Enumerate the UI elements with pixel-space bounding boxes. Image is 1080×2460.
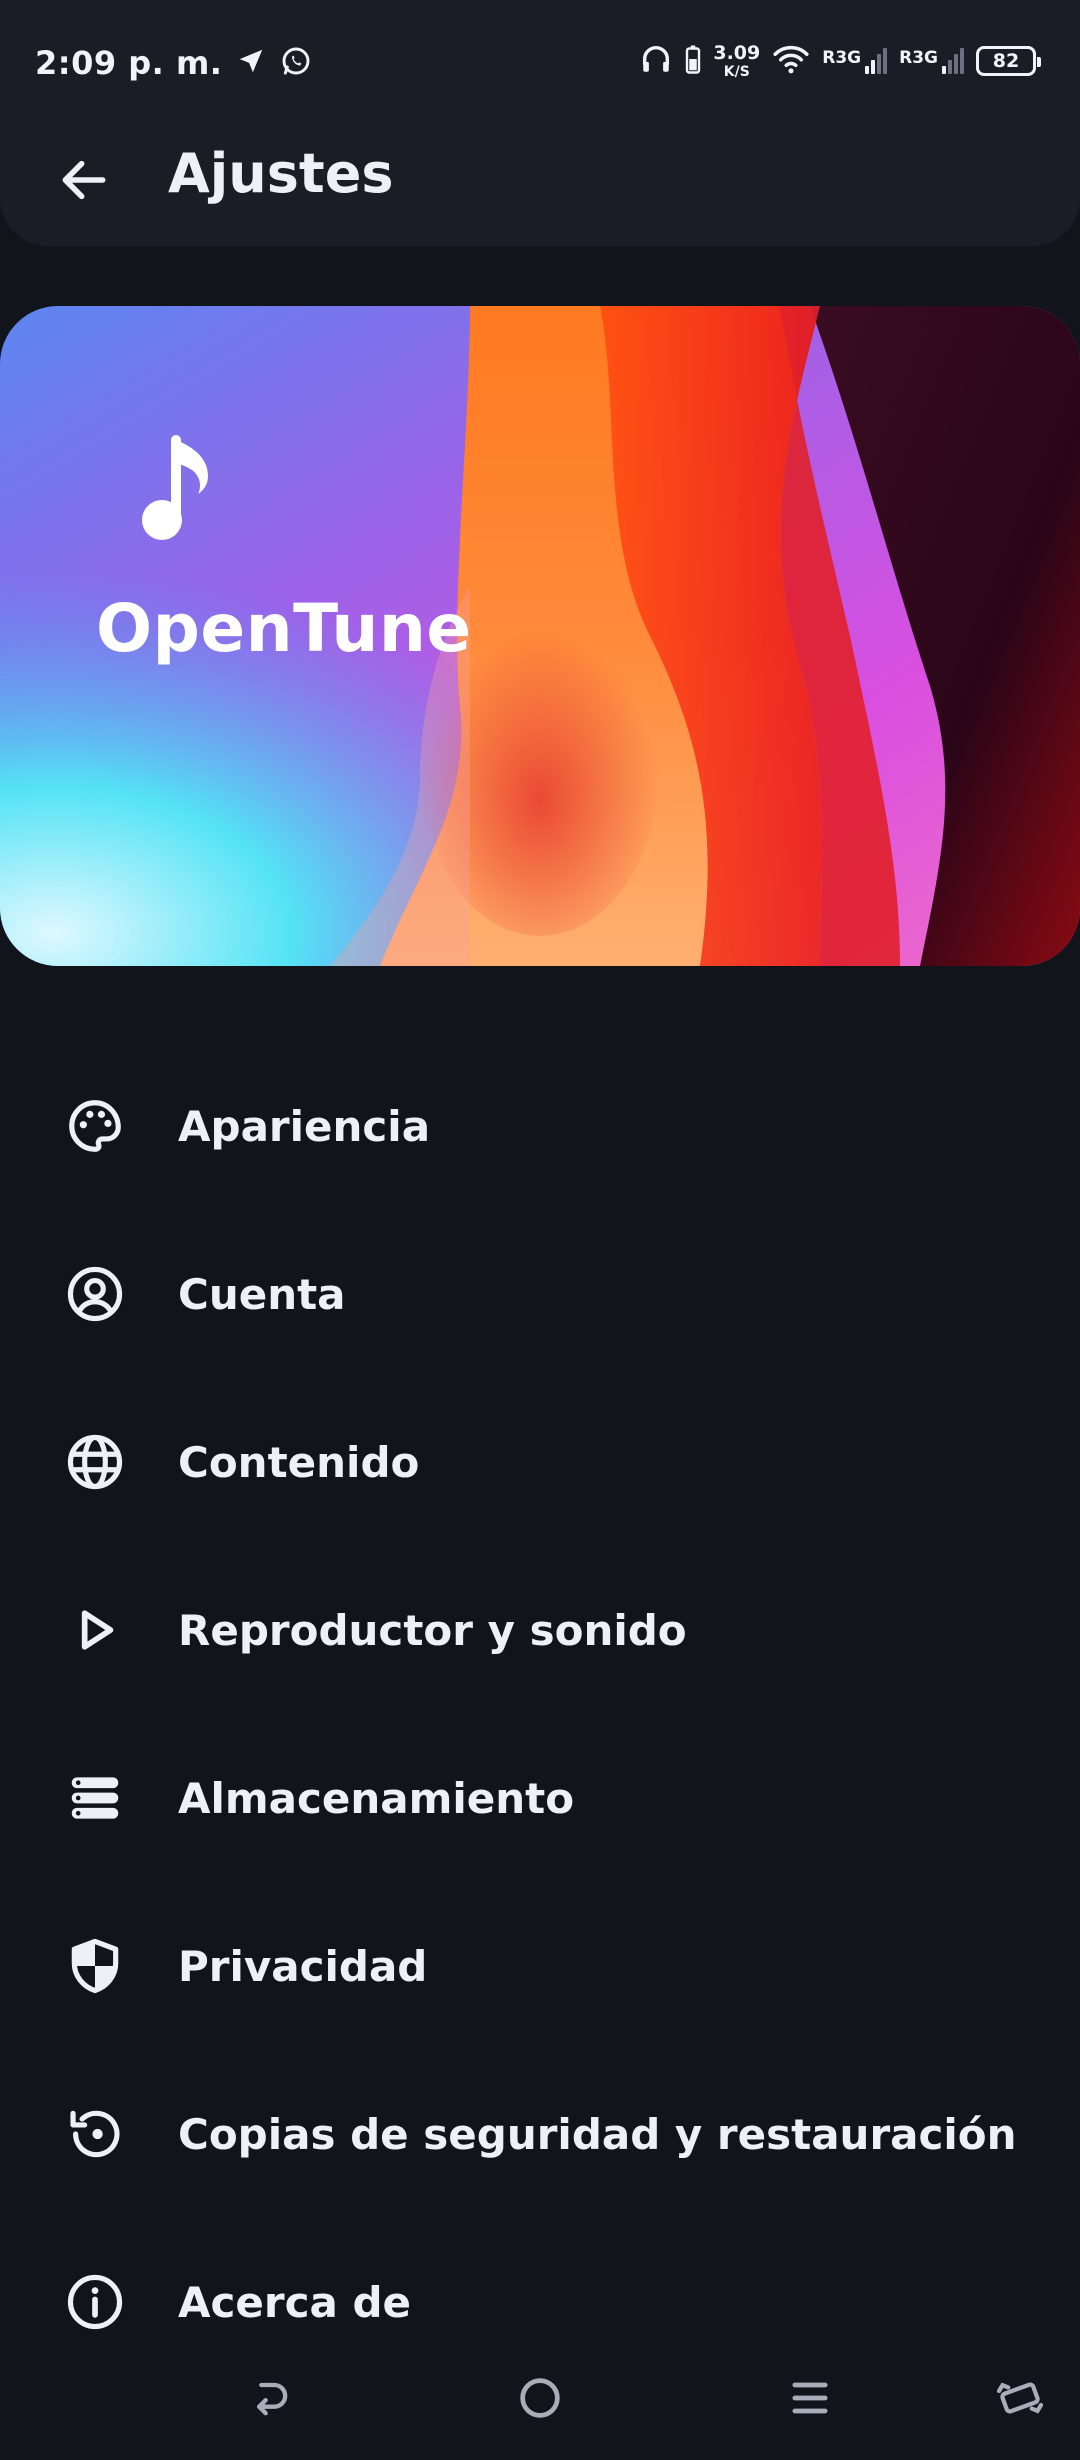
settings-item-copias-seguridad[interactable]: Copias de seguridad y restauración: [0, 2050, 1080, 2218]
rotate-screen-button[interactable]: [990, 2370, 1050, 2430]
settings-item-label: Reproductor y sonido: [178, 1605, 687, 1655]
shield-icon: [62, 1933, 128, 1999]
nav-menu-icon: [784, 2372, 836, 2428]
settings-item-label: Contenido: [178, 1437, 420, 1487]
status-right: 3.09 K/S R3G R3G 82: [639, 41, 1041, 80]
settings-item-contenido[interactable]: Contenido: [0, 1378, 1080, 1546]
settings-item-label: Privacidad: [178, 1941, 428, 1991]
wifi-icon: [772, 43, 810, 79]
settings-item-label: Apariencia: [178, 1101, 431, 1151]
signal-sim2-label: R3G: [899, 48, 938, 68]
phone-battery-icon: [685, 44, 701, 78]
info-icon: [62, 2269, 128, 2335]
location-arrow-icon: [236, 46, 266, 80]
page-title: Ajustes: [168, 142, 394, 205]
nav-back-button[interactable]: [240, 2370, 300, 2430]
headphones-icon: [639, 42, 673, 80]
network-speed-unit: K/S: [723, 63, 750, 80]
settings-item-label: Almacenamiento: [178, 1773, 575, 1823]
hero-banner: OpenTune: [0, 306, 1080, 966]
screen-rotation-icon: [992, 2370, 1048, 2430]
settings-item-label: Copias de seguridad y restauración: [178, 2109, 1017, 2159]
palette-icon: [62, 1093, 128, 1159]
signal-sim1: R3G: [822, 48, 888, 74]
nav-recents-button[interactable]: [780, 2370, 840, 2430]
nav-home-button[interactable]: [510, 2370, 570, 2430]
system-navigation-bar: [0, 2340, 1080, 2460]
settings-item-label: Cuenta: [178, 1269, 346, 1319]
account-circle-icon: [62, 1261, 128, 1327]
status-bar: 2:09 p. m. 3.09 K/S R3G R3G 82: [0, 0, 1080, 135]
battery-indicator: 82: [976, 46, 1041, 76]
storage-icon: [62, 1765, 128, 1831]
restore-icon: [62, 2101, 128, 2167]
settings-item-label: Acerca de: [178, 2277, 412, 2327]
network-speed-value: 3.09: [713, 41, 761, 64]
settings-item-apariencia[interactable]: Apariencia: [0, 1042, 1080, 1210]
settings-item-privacidad[interactable]: Privacidad: [0, 1882, 1080, 2050]
signal-sim2: R3G: [899, 48, 964, 74]
battery-level: 82: [992, 50, 1020, 72]
whatsapp-icon: [280, 45, 312, 81]
hero-app-name: OpenTune: [96, 590, 472, 667]
nav-back-icon: [244, 2372, 296, 2428]
play-icon: [62, 1597, 128, 1663]
signal-sim1-label: R3G: [822, 48, 862, 68]
nav-home-icon: [514, 2372, 566, 2428]
settings-item-reproductor[interactable]: Reproductor y sonido: [0, 1546, 1080, 1714]
globe-icon: [62, 1429, 128, 1495]
status-left: 2:09 p. m.: [35, 44, 312, 82]
settings-list: Apariencia Cuenta Contenido Reproductor …: [0, 1042, 1080, 2386]
network-speed: 3.09 K/S: [713, 41, 761, 80]
status-time: 2:09 p. m.: [35, 44, 223, 82]
settings-item-almacenamiento[interactable]: Almacenamiento: [0, 1714, 1080, 1882]
music-note-logo: [136, 432, 236, 552]
top-app-bar: Ajustes: [0, 120, 1080, 246]
back-button[interactable]: [52, 150, 116, 214]
settings-item-cuenta[interactable]: Cuenta: [0, 1210, 1080, 1378]
arrow-back-icon: [56, 152, 112, 212]
